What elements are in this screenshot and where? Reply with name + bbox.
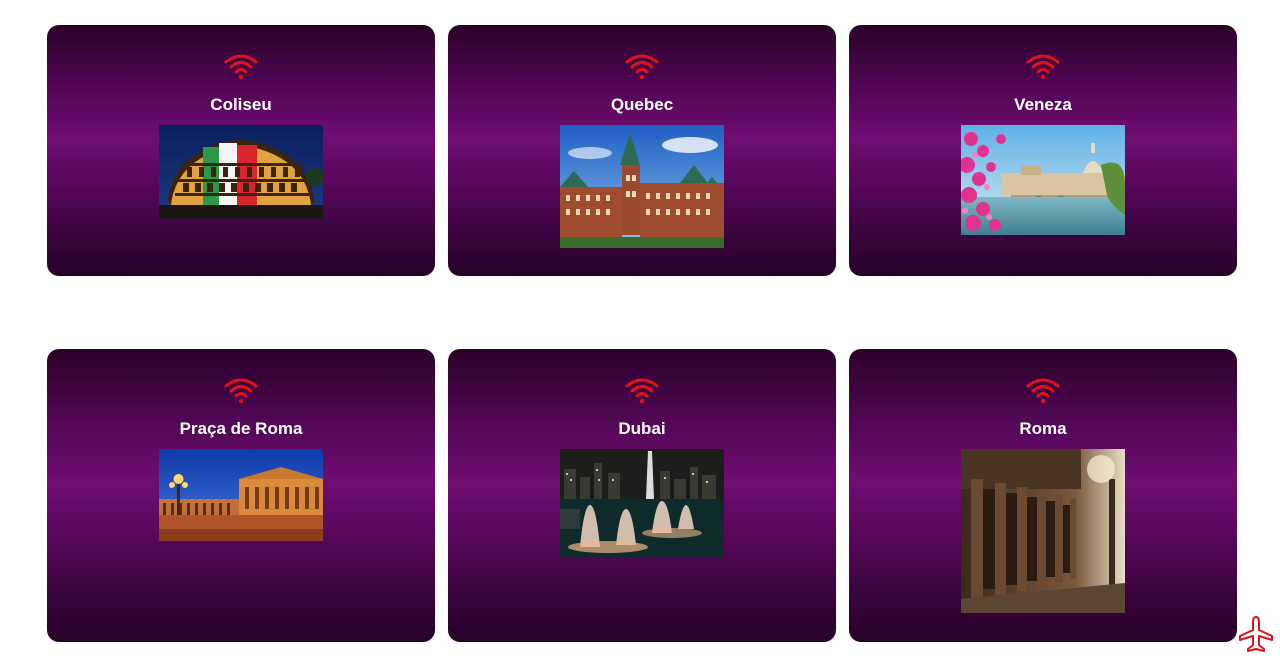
wifi-icon <box>1026 54 1060 80</box>
airplane-icon[interactable] <box>1236 614 1276 654</box>
card-title: Quebec <box>610 95 674 114</box>
wifi-icon <box>1026 378 1060 404</box>
wifi-icon <box>625 378 659 404</box>
wifi-icon <box>224 54 258 80</box>
card-title: Coliseu <box>210 95 272 114</box>
destination-card-coliseu[interactable]: Coliseu <box>47 25 435 276</box>
card-title: Dubai <box>618 419 666 438</box>
card-title: Veneza <box>1014 95 1072 114</box>
destination-image <box>560 449 724 557</box>
destination-card-dubai[interactable]: Dubai <box>448 349 836 642</box>
destination-image <box>560 125 724 248</box>
destination-card-praca-de-roma[interactable]: Praça de Roma <box>47 349 435 642</box>
destination-image <box>961 449 1125 613</box>
destination-image <box>961 125 1125 235</box>
destination-image <box>159 449 323 541</box>
wifi-icon <box>625 54 659 80</box>
card-title: Praça de Roma <box>179 419 303 438</box>
destination-card-quebec[interactable]: Quebec <box>448 25 836 276</box>
destination-card-veneza[interactable]: Veneza <box>849 25 1237 276</box>
destination-card-roma[interactable]: Roma <box>849 349 1237 642</box>
destination-image <box>159 125 323 219</box>
card-title: Roma <box>1019 419 1067 438</box>
wifi-icon <box>224 378 258 404</box>
destinations-grid: Coliseu Quebec Veneza Praça de Roma Duba… <box>0 0 1280 659</box>
